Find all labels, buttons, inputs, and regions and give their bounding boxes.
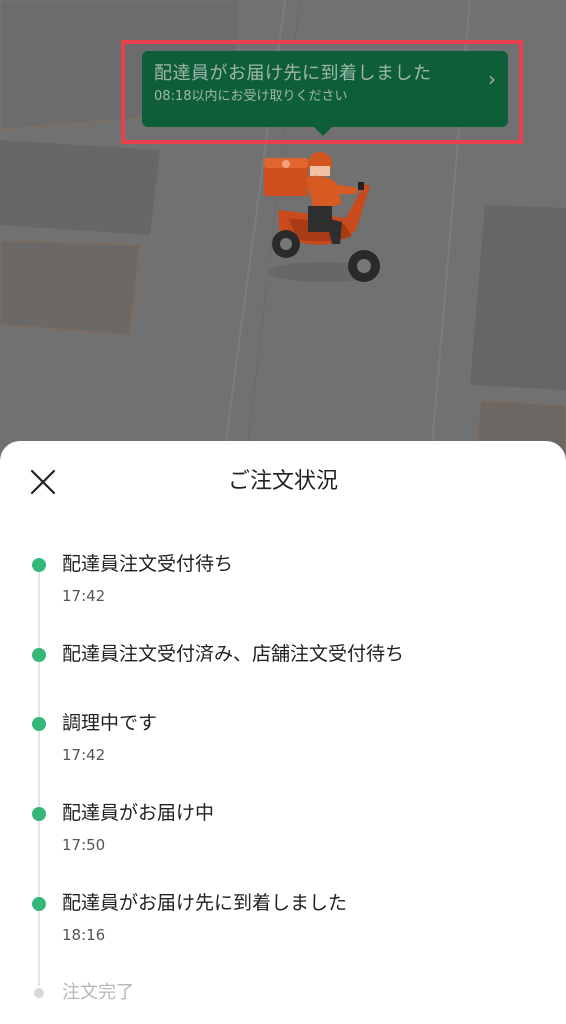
- sheet-title: ご注文状況: [227, 469, 338, 494]
- step-label: 注文完了: [62, 982, 134, 1003]
- highlight-box: [121, 40, 523, 144]
- status-dot: [32, 717, 46, 731]
- step-label: 配達員がお届け先に到着しました: [62, 892, 348, 914]
- step-label: 配達員注文受付済み、店舗注文受付待ち: [62, 643, 405, 665]
- status-dot: [32, 648, 46, 662]
- order-status-sheet: ご注文状況 配達員注文受付待ち 17:42 配達員注文受付済み、店舗注文受付待ち…: [0, 441, 566, 1024]
- step-label: 配達員注文受付待ち: [62, 553, 234, 575]
- status-dot: [32, 807, 46, 821]
- status-dot: [32, 897, 46, 911]
- step-label: 配達員がお届け中: [62, 802, 215, 824]
- status-dot: [32, 558, 46, 572]
- step-time: 17:42: [62, 746, 106, 764]
- step-time: 17:42: [62, 587, 106, 605]
- step-label: 調理中です: [62, 712, 158, 734]
- status-dot: [34, 988, 44, 998]
- step-time: 17:50: [62, 836, 106, 854]
- step-time: 18:16: [62, 926, 106, 944]
- delivery-rider-icon: [264, 152, 380, 282]
- timeline-line: [38, 566, 40, 986]
